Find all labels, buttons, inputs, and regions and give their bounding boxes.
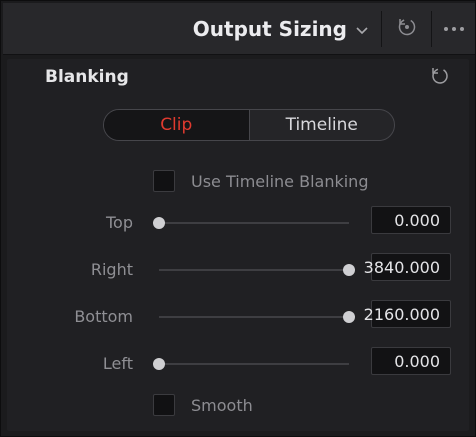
bottom-label: Bottom bbox=[74, 307, 133, 326]
left-slider[interactable] bbox=[153, 357, 349, 371]
use-timeline-blanking-checkbox[interactable] bbox=[153, 170, 175, 192]
right-label: Right bbox=[90, 260, 133, 279]
left-label: Left bbox=[102, 354, 133, 373]
slider-track bbox=[159, 269, 349, 271]
bottom-value-field[interactable]: 2160.000 bbox=[364, 300, 451, 328]
slider-track bbox=[159, 222, 349, 224]
output-sizing-dropdown[interactable]: Output Sizing bbox=[193, 3, 369, 55]
slider-track bbox=[159, 316, 349, 318]
tab-timeline[interactable]: Timeline bbox=[250, 110, 395, 140]
slider-handle[interactable] bbox=[153, 358, 165, 370]
right-slider[interactable] bbox=[159, 263, 355, 277]
more-options-icon bbox=[444, 27, 448, 31]
left-value-field[interactable]: 0.000 bbox=[371, 347, 451, 375]
top-slider[interactable] bbox=[153, 216, 349, 230]
header-reset-button[interactable] bbox=[387, 3, 427, 55]
panel-header: Output Sizing bbox=[3, 3, 475, 55]
clip-timeline-toggle: Clip Timeline bbox=[103, 109, 395, 141]
slider-track bbox=[159, 363, 349, 365]
reset-icon bbox=[396, 16, 418, 42]
chevron-down-icon bbox=[355, 21, 369, 40]
slider-handle[interactable] bbox=[343, 264, 355, 276]
output-sizing-window: Output Sizing Blanking Clip Timeline Use… bbox=[0, 0, 476, 437]
smooth-checkbox[interactable] bbox=[153, 394, 175, 416]
use-timeline-blanking-row: Use Timeline Blanking bbox=[153, 170, 368, 192]
use-timeline-blanking-label: Use Timeline Blanking bbox=[191, 171, 369, 191]
header-divider bbox=[431, 11, 432, 47]
top-label: Top bbox=[106, 213, 133, 232]
smooth-row: Smooth bbox=[153, 394, 253, 416]
tab-clip[interactable]: Clip bbox=[104, 110, 250, 140]
right-value-field[interactable]: 3840.000 bbox=[364, 253, 451, 281]
reset-icon bbox=[429, 68, 451, 91]
blanking-reset-button[interactable] bbox=[429, 65, 451, 87]
more-options-button[interactable] bbox=[433, 3, 475, 55]
panel-title: Output Sizing bbox=[192, 17, 347, 41]
top-value-field[interactable]: 0.000 bbox=[371, 206, 451, 234]
smooth-label: Smooth bbox=[191, 395, 253, 415]
bottom-slider[interactable] bbox=[159, 310, 355, 324]
blanking-panel: Blanking Clip Timeline Use Timeline Blan… bbox=[7, 59, 469, 431]
section-title: Blanking bbox=[45, 67, 129, 87]
slider-handle[interactable] bbox=[343, 311, 355, 323]
header-divider bbox=[381, 11, 382, 47]
slider-handle[interactable] bbox=[153, 217, 165, 229]
